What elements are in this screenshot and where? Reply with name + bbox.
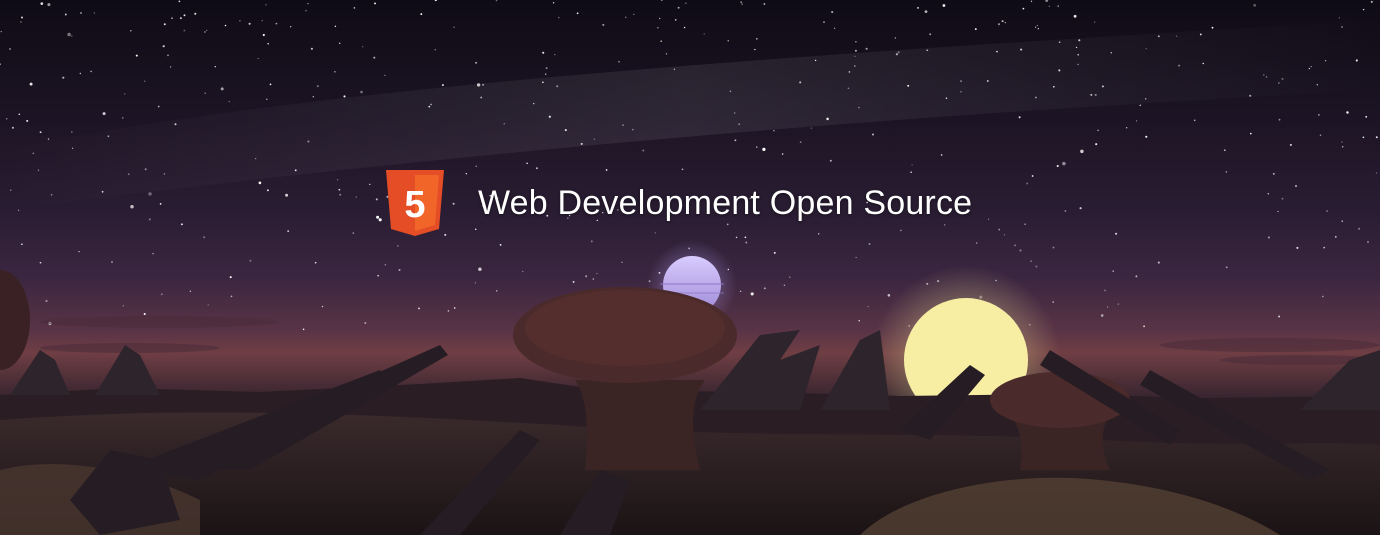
html5-logo-label: 5: [404, 184, 425, 226]
headline: 5 Web Development Open Source: [386, 170, 972, 236]
night-landscape-illustration: [0, 0, 1380, 535]
hero-banner: 5 Web Development Open Source: [0, 0, 1380, 535]
html5-logo-icon: 5: [386, 170, 444, 236]
headline-text: Web Development Open Source: [478, 183, 973, 222]
